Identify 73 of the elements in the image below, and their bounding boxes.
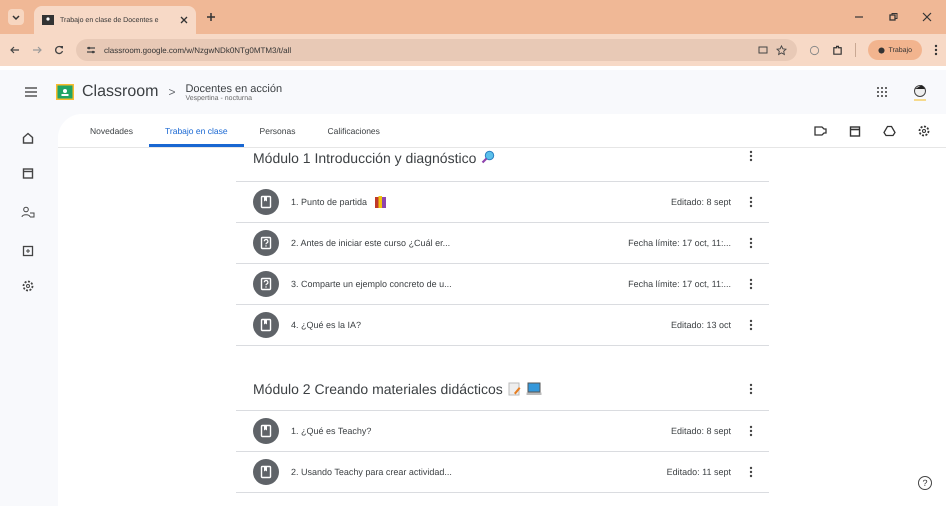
restore-icon[interactable] — [888, 12, 898, 22]
item-title: 2. Usando Teachy para crear actividad... — [291, 467, 452, 477]
classwork-item[interactable]: 1. ¿Qué es Teachy? Editado: 8 sept — [236, 411, 769, 452]
tab[interactable]: Calificaciones — [311, 114, 396, 147]
laptop-icon — [526, 382, 542, 396]
more-icon[interactable] — [749, 237, 753, 249]
archive-icon[interactable] — [22, 245, 34, 257]
classwork-item[interactable]: 2. Antes de iniciar este curso ¿Cuál er... Fecha límite: 17 oct, 11:... — [236, 223, 769, 264]
module-title[interactable]: Módulo 1 Introducción y diagnóstico — [253, 150, 476, 166]
class-name[interactable]: Docentes en acción — [185, 82, 282, 94]
puzzle-icon[interactable] — [832, 44, 843, 56]
material-icon — [253, 312, 279, 338]
tab[interactable]: Trabajo en clase — [149, 114, 244, 147]
video-icon[interactable] — [814, 125, 827, 136]
home-icon[interactable] — [22, 132, 34, 144]
classwork-item[interactable]: 2. Usando Teachy para crear actividad... Editado: 11 sept — [236, 452, 769, 493]
more-icon[interactable] — [749, 425, 753, 437]
settings-icon[interactable] — [22, 280, 34, 292]
magnifier-icon — [481, 150, 496, 164]
people-icon[interactable] — [21, 206, 35, 218]
item-title: 1. ¿Qué es Teachy? — [291, 426, 372, 436]
address-bar[interactable]: classroom.google.com/w/NzgwNDk0NTg0MTM3/t/all — [76, 39, 797, 61]
more-icon[interactable] — [749, 150, 753, 162]
question-icon — [253, 230, 279, 256]
books-icon — [375, 196, 386, 208]
extension-icon[interactable] — [808, 44, 820, 56]
classroom-icon — [42, 15, 54, 25]
site-info-icon[interactable] — [86, 46, 96, 54]
help-button[interactable]: ? — [918, 476, 932, 490]
profile-icon — [878, 46, 885, 54]
more-icon[interactable] — [749, 466, 753, 478]
module-title[interactable]: Módulo 2 Creando materiales didácticos — [253, 381, 503, 397]
calendar-icon[interactable] — [849, 124, 861, 136]
item-title: 1. Punto de partida — [291, 197, 368, 207]
close-icon[interactable] — [180, 16, 188, 24]
item-date: Fecha límite: 17 oct, 11:... — [628, 238, 731, 248]
app-title[interactable]: Classroom — [82, 83, 158, 101]
back-icon[interactable] — [10, 45, 20, 55]
new-tab-icon[interactable] — [206, 12, 216, 22]
item-date: Editado: 11 sept — [666, 467, 731, 477]
more-icon[interactable] — [749, 383, 753, 395]
tab[interactable]: Novedades — [74, 114, 150, 147]
more-icon[interactable] — [749, 196, 753, 208]
tab-search-icon[interactable] — [8, 9, 24, 25]
memo-icon — [508, 382, 521, 396]
menu-icon[interactable] — [24, 86, 38, 98]
material-icon — [253, 459, 279, 485]
settings-icon[interactable] — [918, 124, 930, 136]
question-icon — [253, 271, 279, 297]
material-icon — [253, 418, 279, 444]
tab[interactable]: Personas — [244, 114, 312, 147]
material-icon — [253, 189, 279, 215]
apps-grid-icon[interactable] — [876, 86, 888, 98]
more-icon[interactable] — [749, 278, 753, 290]
calendar-icon[interactable] — [22, 167, 34, 179]
classwork-item[interactable]: 3. Comparte un ejemplo concreto de u... Fecha límite: 17 oct, 11:... — [236, 264, 769, 305]
item-date: Fecha límite: 17 oct, 11:... — [628, 279, 731, 289]
breadcrumb-separator: > — [168, 85, 176, 99]
close-icon[interactable] — [922, 12, 932, 22]
classwork-item[interactable]: 1. Punto de partida Editado: 8 sept — [236, 182, 769, 223]
more-icon[interactable] — [749, 319, 753, 331]
more-icon[interactable] — [934, 44, 938, 56]
item-date: Editado: 8 sept — [670, 197, 731, 207]
star-icon[interactable] — [776, 44, 787, 56]
item-date: Editado: 8 sept — [670, 426, 731, 436]
item-date: Editado: 13 oct — [670, 320, 731, 330]
reload-icon[interactable] — [54, 45, 64, 55]
item-title: 4. ¿Qué es la IA? — [291, 320, 362, 330]
classwork-item[interactable]: 4. ¿Qué es la IA? Editado: 13 oct — [236, 305, 769, 346]
item-title: 3. Comparte un ejemplo concreto de u... — [291, 279, 452, 289]
avatar-icon[interactable] — [912, 83, 928, 101]
classroom-logo-icon — [56, 84, 74, 100]
item-title: 2. Antes de iniciar este curso ¿Cuál er... — [291, 238, 450, 248]
